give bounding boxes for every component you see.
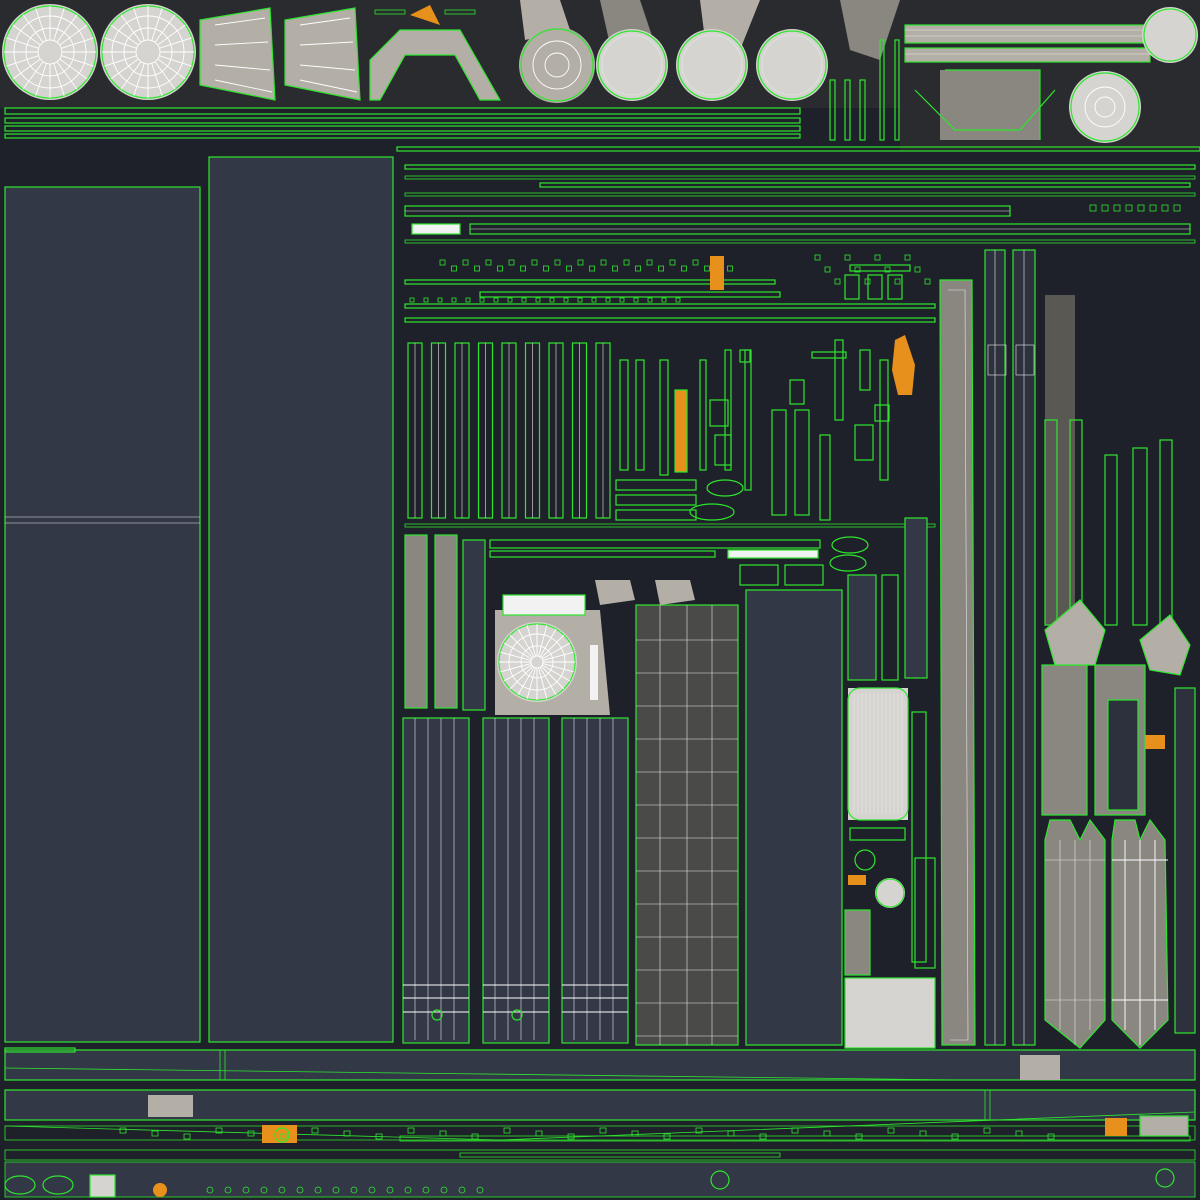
left-panel-inner (208, 156, 394, 1043)
capsule-island-1 (1044, 818, 1106, 1049)
uv-texture-atlas (0, 0, 1200, 1200)
cone-island-2 (284, 7, 361, 101)
tube-column-3 (561, 717, 629, 1044)
left-panel-outer (4, 186, 201, 1043)
grid-panel (635, 604, 739, 1046)
lower-vertical-slabs (404, 534, 486, 711)
ring-island-3 (676, 29, 748, 101)
tube-column-1 (402, 717, 470, 1044)
fan-island (495, 594, 610, 715)
wheel-island-1 (2, 4, 98, 100)
tall-dark-panel (745, 589, 843, 1046)
ring-island-2 (596, 29, 668, 101)
cone-island-1 (199, 7, 276, 101)
ring-island-1 (519, 27, 595, 103)
capsule-island-2 (1111, 818, 1169, 1049)
tall-columns-right (939, 249, 1036, 1046)
wheel-island-2 (100, 4, 196, 100)
tube-column-2 (482, 717, 550, 1044)
ring-island-4 (756, 29, 828, 101)
